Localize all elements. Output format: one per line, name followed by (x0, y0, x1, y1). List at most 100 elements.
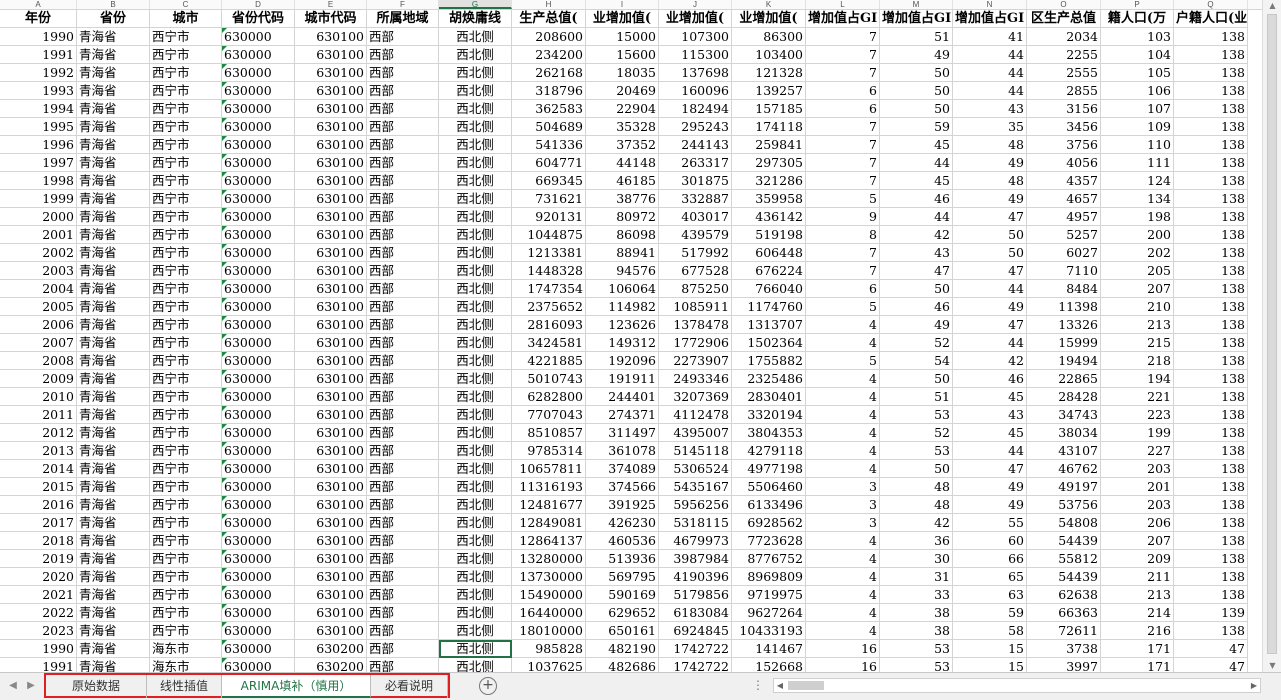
table-cell[interactable]: 630100 (295, 460, 367, 478)
table-cell[interactable]: 1772906 (659, 334, 732, 352)
table-cell[interactable]: 111 (1101, 154, 1174, 172)
table-cell[interactable]: 4 (806, 550, 880, 568)
table-cell[interactable]: 630000 (222, 280, 295, 298)
table-cell[interactable]: 1991 (0, 658, 77, 672)
table-cell[interactable]: 34743 (1027, 406, 1101, 424)
table-cell[interactable]: 59 (880, 118, 953, 136)
table-cell[interactable]: 西北侧 (439, 82, 512, 100)
table-cell[interactable]: 259841 (732, 136, 806, 154)
table-cell[interactable]: 西北侧 (439, 280, 512, 298)
table-cell[interactable]: 44 (953, 442, 1027, 460)
table-cell[interactable]: 630100 (295, 532, 367, 550)
table-cell[interactable]: 630100 (295, 550, 367, 568)
table-cell[interactable]: 15490000 (512, 586, 586, 604)
table-cell[interactable]: 590169 (586, 586, 659, 604)
table-cell[interactable]: 630100 (295, 172, 367, 190)
table-cell[interactable]: 15999 (1027, 334, 1101, 352)
table-cell[interactable]: 5 (806, 190, 880, 208)
table-cell[interactable]: 52 (880, 424, 953, 442)
table-cell[interactable]: 630100 (295, 82, 367, 100)
sheet-tab-1[interactable]: 原始数据 (46, 675, 147, 698)
table-cell[interactable]: 630100 (295, 316, 367, 334)
table-cell[interactable]: 630000 (222, 352, 295, 370)
header-cell[interactable]: 省份代码 (222, 10, 295, 28)
table-cell[interactable]: 630000 (222, 658, 295, 672)
table-cell[interactable]: 630000 (222, 64, 295, 82)
table-cell[interactable]: 4 (806, 316, 880, 334)
table-cell[interactable]: 西部 (367, 280, 439, 298)
table-cell[interactable]: 297305 (732, 154, 806, 172)
table-cell[interactable]: 138 (1174, 424, 1248, 442)
header-cell[interactable]: 业增加值( (586, 10, 659, 28)
table-cell[interactable]: 1990 (0, 640, 77, 658)
table-cell[interactable]: 630000 (222, 370, 295, 388)
table-cell[interactable]: 2020 (0, 568, 77, 586)
table-cell[interactable]: 12849081 (512, 514, 586, 532)
table-cell[interactable]: 西北侧 (439, 172, 512, 190)
table-cell[interactable]: 50 (880, 64, 953, 82)
table-cell[interactable]: 54808 (1027, 514, 1101, 532)
table-cell[interactable]: 2017 (0, 514, 77, 532)
table-cell[interactable]: 630100 (295, 118, 367, 136)
table-cell[interactable]: 西部 (367, 118, 439, 136)
table-cell[interactable]: 6027 (1027, 244, 1101, 262)
table-cell[interactable]: 2007 (0, 334, 77, 352)
table-cell[interactable]: 42 (953, 352, 1027, 370)
table-cell[interactable]: 5306524 (659, 460, 732, 478)
table-cell[interactable]: 7110 (1027, 262, 1101, 280)
table-cell[interactable]: 西北侧 (439, 604, 512, 622)
table-cell[interactable]: 青海省 (77, 568, 150, 586)
table-cell[interactable]: 15600 (586, 46, 659, 64)
table-cell[interactable]: 504689 (512, 118, 586, 136)
table-cell[interactable]: 2015 (0, 478, 77, 496)
table-cell[interactable]: 630000 (222, 334, 295, 352)
table-cell[interactable]: 西宁市 (150, 154, 222, 172)
horizontal-scrollbar[interactable]: ◀ ▶ (773, 678, 1261, 693)
table-cell[interactable]: 201 (1101, 478, 1174, 496)
table-cell[interactable]: 138 (1174, 208, 1248, 226)
table-cell[interactable]: 43107 (1027, 442, 1101, 460)
table-cell[interactable]: 234200 (512, 46, 586, 64)
table-cell[interactable]: 630100 (295, 280, 367, 298)
table-cell[interactable]: 18010000 (512, 622, 586, 640)
table-cell[interactable]: 138 (1174, 28, 1248, 46)
table-cell[interactable]: 60 (953, 532, 1027, 550)
table-cell[interactable]: 244401 (586, 388, 659, 406)
table-cell[interactable]: 274371 (586, 406, 659, 424)
table-cell[interactable]: 138 (1174, 280, 1248, 298)
table-cell[interactable]: 13730000 (512, 568, 586, 586)
table-cell[interactable]: 51 (880, 388, 953, 406)
table-cell[interactable]: 138 (1174, 532, 1248, 550)
table-cell[interactable]: 4 (806, 334, 880, 352)
table-cell[interactable]: 2003 (0, 262, 77, 280)
table-cell[interactable]: 6924845 (659, 622, 732, 640)
table-cell[interactable]: 630000 (222, 262, 295, 280)
table-cell[interactable]: 482190 (586, 640, 659, 658)
table-cell[interactable]: 西北侧 (439, 622, 512, 640)
table-cell[interactable]: 7 (806, 64, 880, 82)
table-cell[interactable]: 青海省 (77, 226, 150, 244)
table-cell[interactable]: 3 (806, 514, 880, 532)
column-header-row[interactable]: ABCDEFGHIJKLMNOPQ (0, 0, 1262, 10)
table-cell[interactable]: 134 (1101, 190, 1174, 208)
table-cell[interactable]: 15000 (586, 28, 659, 46)
table-cell[interactable]: 36 (880, 532, 953, 550)
table-cell[interactable]: 44 (953, 82, 1027, 100)
table-cell[interactable]: 西北侧 (439, 46, 512, 64)
more-options-icon[interactable]: ⋮ (752, 678, 764, 692)
table-cell[interactable]: 2493346 (659, 370, 732, 388)
table-cell[interactable]: 西部 (367, 262, 439, 280)
table-cell[interactable]: 青海省 (77, 532, 150, 550)
table-cell[interactable]: 630100 (295, 244, 367, 262)
table-cell[interactable]: 216 (1101, 622, 1174, 640)
table-cell[interactable]: 106064 (586, 280, 659, 298)
table-cell[interactable]: 西部 (367, 46, 439, 64)
table-cell[interactable]: 青海省 (77, 46, 150, 64)
table-cell[interactable]: 西部 (367, 136, 439, 154)
table-cell[interactable]: 西宁市 (150, 532, 222, 550)
table-cell[interactable]: 16 (806, 658, 880, 672)
table-cell[interactable]: 西宁市 (150, 352, 222, 370)
table-cell[interactable]: 630000 (222, 424, 295, 442)
table-cell[interactable]: 86098 (586, 226, 659, 244)
table-cell[interactable]: 青海省 (77, 406, 150, 424)
